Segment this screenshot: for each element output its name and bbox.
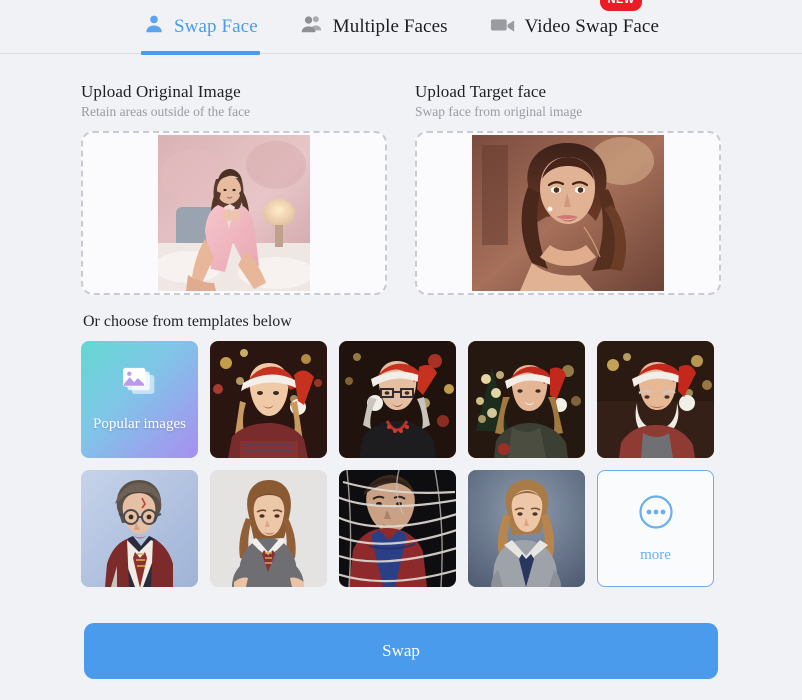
- template-card-8[interactable]: [339, 470, 456, 587]
- original-image-preview: [158, 135, 310, 291]
- original-image-subtitle: Retain areas outside of the face: [81, 104, 251, 119]
- active-tab-underline: [141, 50, 260, 55]
- people-icon: [300, 13, 324, 40]
- images-stack-icon: [120, 367, 160, 406]
- template-card-5[interactable]: [597, 341, 714, 458]
- person-icon: [143, 13, 165, 40]
- more-dots-circle-icon: [638, 494, 674, 535]
- target-face-column: Upload Target face Swap face from origin…: [415, 82, 721, 295]
- tab-swap-face-label: Swap Face: [174, 15, 258, 37]
- template-card-more[interactable]: more: [597, 470, 714, 587]
- upload-row: Upload Original Image Retain areas outsi…: [81, 82, 721, 295]
- templates-heading: Or choose from templates below: [83, 313, 292, 330]
- target-face-title: Upload Target face: [415, 82, 547, 101]
- template-card-3[interactable]: [339, 341, 456, 458]
- templates-grid: Popular images more: [81, 341, 721, 587]
- page-content: Upload Original Image Retain areas outsi…: [0, 54, 802, 679]
- template-card-2[interactable]: [210, 341, 327, 458]
- target-face-dropzone[interactable]: [415, 131, 721, 295]
- tab-video-swap-face[interactable]: Video Swap Face NEW: [488, 0, 661, 54]
- new-badge: NEW: [599, 0, 643, 11]
- template-card-7[interactable]: [210, 470, 327, 587]
- original-image-title: Upload Original Image: [81, 82, 241, 101]
- template-card-popular-images-label: Popular images: [93, 415, 186, 432]
- template-card-9[interactable]: [468, 470, 585, 587]
- original-image-column: Upload Original Image Retain areas outsi…: [81, 82, 387, 295]
- template-card-popular-images[interactable]: Popular images: [81, 341, 198, 458]
- target-face-subtitle: Swap face from original image: [415, 104, 583, 119]
- template-card-6[interactable]: [81, 470, 198, 587]
- swap-button[interactable]: Swap: [84, 623, 718, 679]
- tab-multiple-faces[interactable]: Multiple Faces: [298, 0, 450, 54]
- template-card-more-label: more: [640, 546, 671, 563]
- tab-multiple-faces-label: Multiple Faces: [332, 15, 448, 37]
- tab-video-swap-face-label: Video Swap Face: [524, 15, 659, 37]
- target-face-preview: [472, 135, 664, 291]
- tab-swap-face[interactable]: Swap Face: [141, 0, 260, 55]
- original-image-dropzone[interactable]: [81, 131, 387, 295]
- tab-bar: Swap Face Multiple Faces Video Swap Face…: [0, 0, 802, 55]
- template-card-4[interactable]: [468, 341, 585, 458]
- video-camera-icon: [490, 14, 516, 39]
